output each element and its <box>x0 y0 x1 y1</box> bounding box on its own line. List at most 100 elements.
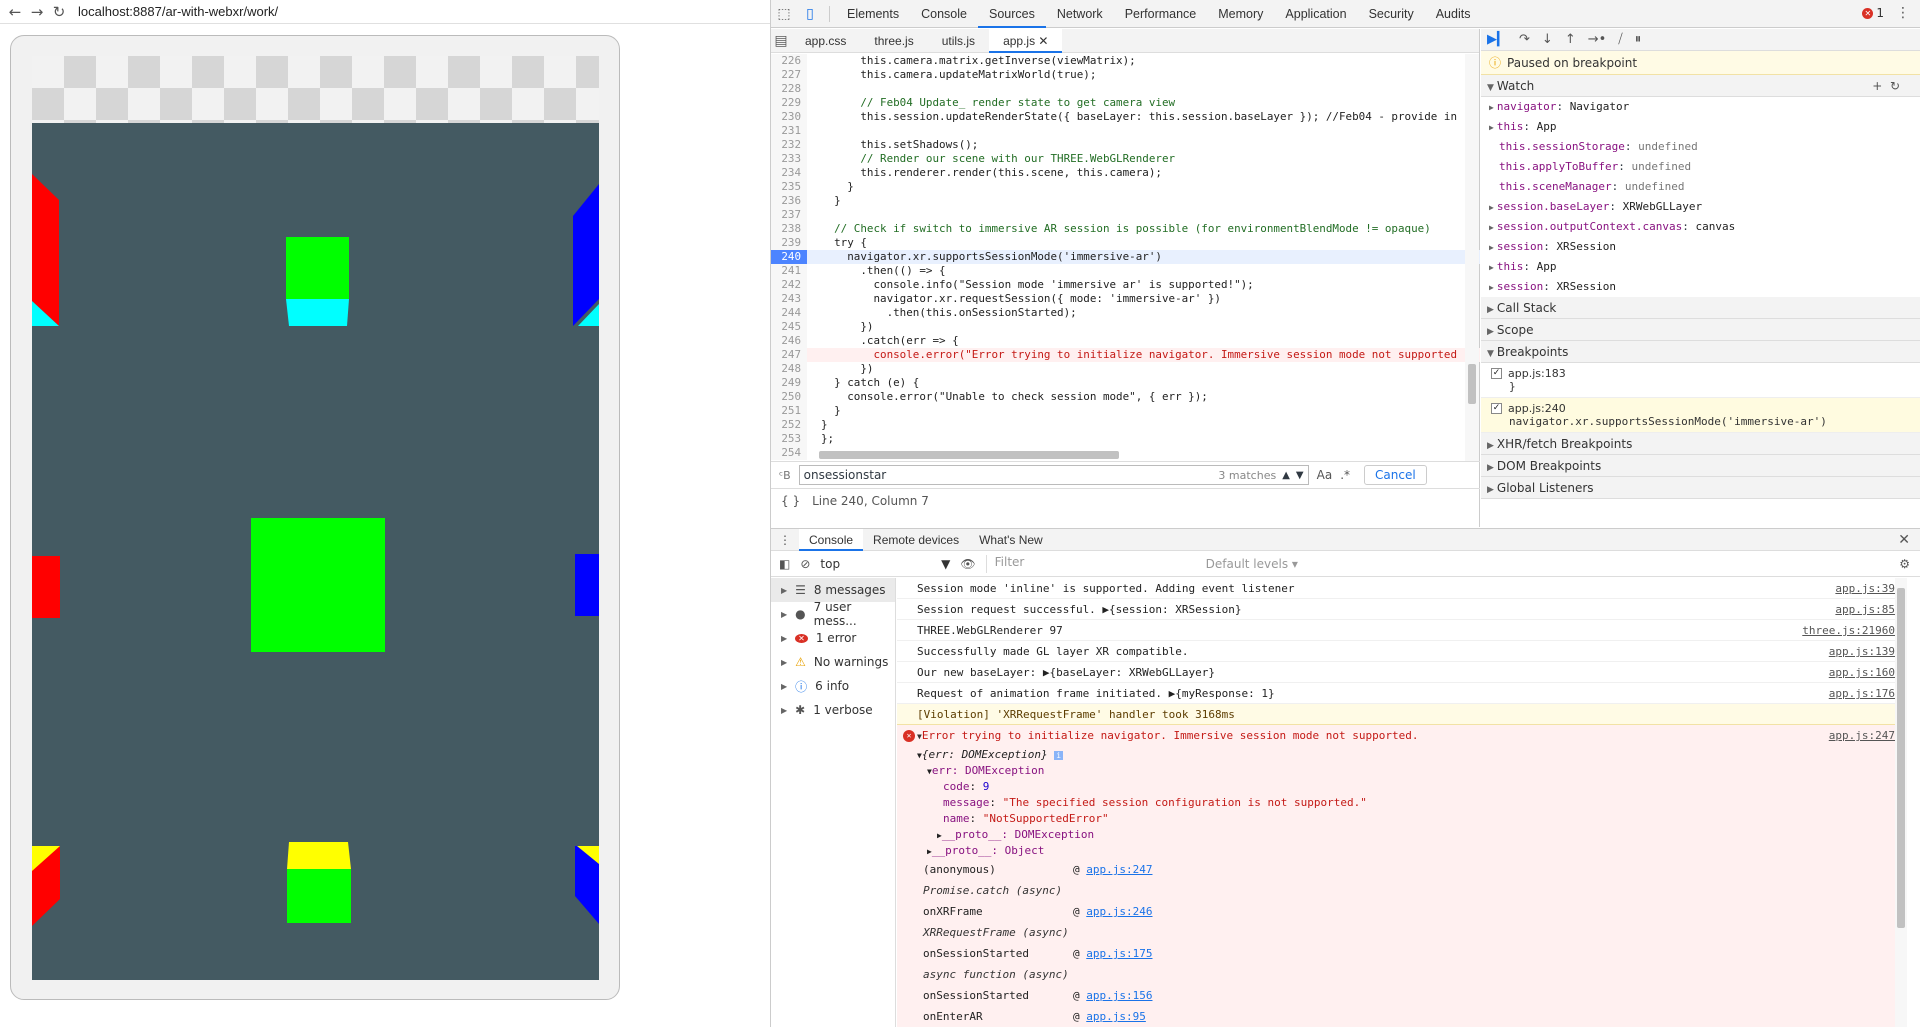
line-number[interactable]: 226 <box>771 54 807 68</box>
watch-item[interactable]: ▶ session: XRSession <box>1481 237 1920 257</box>
line-number[interactable]: 241 <box>771 264 807 278</box>
code-line[interactable]: 246 .catch(err => { <box>771 334 1480 348</box>
code-line[interactable]: 252} <box>771 418 1480 432</box>
tab-audits[interactable]: Audits <box>1425 0 1482 28</box>
expand-icon[interactable]: ▶ <box>1489 223 1494 232</box>
file-tab-app-js[interactable]: app.js ✕ <box>989 28 1063 53</box>
editor-vertical-scrollbar[interactable] <box>1465 54 1479 461</box>
code-line[interactable]: 236 } <box>771 194 1480 208</box>
code-line[interactable]: 227 this.camera.updateMatrixWorld(true); <box>771 68 1480 82</box>
line-number[interactable]: 244 <box>771 306 807 320</box>
pause-on-exceptions-icon[interactable]: ⏸ <box>1635 32 1642 47</box>
code-line[interactable]: 231 <box>771 124 1480 138</box>
close-tab-icon[interactable]: ✕ <box>1035 34 1048 48</box>
error-location-link[interactable]: app.js:247 <box>1829 725 1895 747</box>
err-property[interactable]: ▼err: DOMException <box>897 763 1907 779</box>
step-into-icon[interactable]: ↓ <box>1542 32 1553 47</box>
line-number[interactable]: 242 <box>771 278 807 292</box>
breakpoint-item[interactable]: ✓ app.js:183} <box>1481 363 1920 398</box>
url-field[interactable]: localhost:8887/ar-with-webxr/work/ <box>78 4 278 19</box>
code-line[interactable]: 229 // Feb04 Update_ render state to get… <box>771 96 1480 110</box>
line-number[interactable]: 252 <box>771 418 807 432</box>
line-number[interactable]: 235 <box>771 180 807 194</box>
device-toolbar-icon[interactable]: ▯ <box>797 0 823 28</box>
expand-icon[interactable]: ▶ <box>1489 203 1494 212</box>
step-over-icon[interactable]: ↷ <box>1519 32 1530 47</box>
line-number[interactable]: 249 <box>771 376 807 390</box>
code-line[interactable]: 253}; <box>771 432 1480 446</box>
deactivate-breakpoints-icon[interactable]: ⧸ <box>1618 32 1622 47</box>
error-counter[interactable]: ✕ 1 <box>1862 6 1884 20</box>
line-number[interactable]: 239 <box>771 236 807 250</box>
line-number[interactable]: 228 <box>771 82 807 96</box>
code-view[interactable]: 226 this.camera.matrix.getInverse(viewMa… <box>771 54 1480 461</box>
filter-input[interactable]: Filter <box>985 554 1176 573</box>
more-options-icon[interactable]: ⋮ <box>1896 5 1910 21</box>
message-source-link[interactable]: three.js:21960 <box>1802 620 1895 641</box>
toggle-navigator-icon[interactable]: ▤ <box>771 27 791 55</box>
code-line[interactable]: 247 console.error("Error trying to initi… <box>771 348 1480 362</box>
match-case-icon[interactable]: Aa <box>1317 468 1333 482</box>
scroll-thumb[interactable] <box>819 451 1119 459</box>
console-filter-verbose[interactable]: ▶ ✱ 1 verbose <box>771 698 895 722</box>
code-line[interactable]: 248 }) <box>771 362 1480 376</box>
add-watch-icon[interactable]: + <box>1872 79 1882 93</box>
line-number[interactable]: 246 <box>771 334 807 348</box>
expand-icon[interactable]: ▶ <box>1489 123 1494 132</box>
section-scope[interactable]: ▶ Scope <box>1481 319 1920 341</box>
line-number[interactable]: 240 <box>771 250 807 264</box>
breakpoint-checkbox[interactable]: ✓ <box>1491 368 1502 379</box>
line-number[interactable]: 238 <box>771 222 807 236</box>
back-arrow-icon[interactable]: ← <box>4 1 26 23</box>
search-input[interactable]: onsessionstar 3 matches ▲ ▼ <box>798 465 1309 485</box>
expand-icon[interactable]: ▶ <box>1489 263 1494 272</box>
error-title-row[interactable]: ▼Error trying to initialize navigator. I… <box>897 725 1907 747</box>
tab-performance[interactable]: Performance <box>1114 0 1208 28</box>
scroll-thumb[interactable] <box>1897 588 1905 928</box>
clear-console-icon[interactable]: ⊘ <box>800 557 810 571</box>
console-filter-info[interactable]: ▶ ⓘ 6 info <box>771 674 895 698</box>
expand-icon[interactable]: ▶ <box>1489 283 1494 292</box>
line-number[interactable]: 245 <box>771 320 807 334</box>
tab-application[interactable]: Application <box>1274 0 1357 28</box>
frame-source-link[interactable]: app.js:156 <box>1086 989 1152 1002</box>
watch-item[interactable]: ▶ session.baseLayer: XRWebGLLayer <box>1481 197 1920 217</box>
code-line[interactable]: 244 .then(this.onSessionStarted); <box>771 306 1480 320</box>
console-settings-icon[interactable]: ⚙ <box>1899 557 1920 571</box>
watch-item[interactable]: ▶ navigator: Navigator <box>1481 97 1920 117</box>
console-filter-warning[interactable]: ▶ ⚠ No warnings <box>771 650 895 674</box>
file-tab-three-js[interactable]: three.js <box>860 29 927 53</box>
line-number[interactable]: 234 <box>771 166 807 180</box>
frame-source-link[interactable]: app.js:175 <box>1086 947 1152 960</box>
line-number[interactable]: 248 <box>771 362 807 376</box>
line-number[interactable]: 243 <box>771 292 807 306</box>
code-line[interactable]: 249 } catch (e) { <box>771 376 1480 390</box>
console-filter-user[interactable]: ▶ ● 7 user mess... <box>771 600 895 628</box>
code-line[interactable]: 242 console.info("Session mode 'immersiv… <box>771 278 1480 292</box>
message-source-link[interactable]: app.js:176 <box>1829 683 1895 704</box>
line-number[interactable]: 232 <box>771 138 807 152</box>
line-number[interactable]: 236 <box>771 194 807 208</box>
live-expression-icon[interactable]: 👁 <box>960 557 975 571</box>
forward-arrow-icon[interactable]: → <box>26 1 48 23</box>
reload-icon[interactable]: ↻ <box>48 1 70 23</box>
drawer-menu-icon[interactable]: ⋮ <box>771 533 799 547</box>
code-line[interactable]: 238 // Check if switch to immersive AR s… <box>771 222 1480 236</box>
regex-icon[interactable]: .* <box>1340 468 1350 482</box>
drawer-tab-what-s-new[interactable]: What's New <box>969 529 1053 551</box>
file-tab-utils-js[interactable]: utils.js <box>928 29 989 53</box>
file-tab-app-css[interactable]: app.css <box>791 29 860 53</box>
watch-item[interactable]: this.sceneManager: undefined <box>1481 177 1920 197</box>
error-object[interactable]: ▼{err: DOMException} i <box>897 747 1907 763</box>
proto-object[interactable]: ▶__proto__: Object <box>897 843 1907 859</box>
code-line[interactable]: 230 this.session.updateRenderState({ bas… <box>771 110 1480 124</box>
section-xhr-breakpoints[interactable]: ▶ XHR/fetch Breakpoints <box>1481 433 1920 455</box>
code-line[interactable]: 240 navigator.xr.supportsSessionMode('im… <box>771 250 1480 264</box>
refresh-icon[interactable]: ↻ <box>1890 79 1900 93</box>
line-number[interactable]: 237 <box>771 208 807 222</box>
ar-viewport[interactable] <box>32 56 599 980</box>
case-replace-icon[interactable]: ᶜB <box>779 469 791 482</box>
code-line[interactable]: 241 .then(() => { <box>771 264 1480 278</box>
close-drawer-icon[interactable]: ✕ <box>1898 531 1920 548</box>
frame-source-link[interactable]: app.js:247 <box>1086 863 1152 876</box>
